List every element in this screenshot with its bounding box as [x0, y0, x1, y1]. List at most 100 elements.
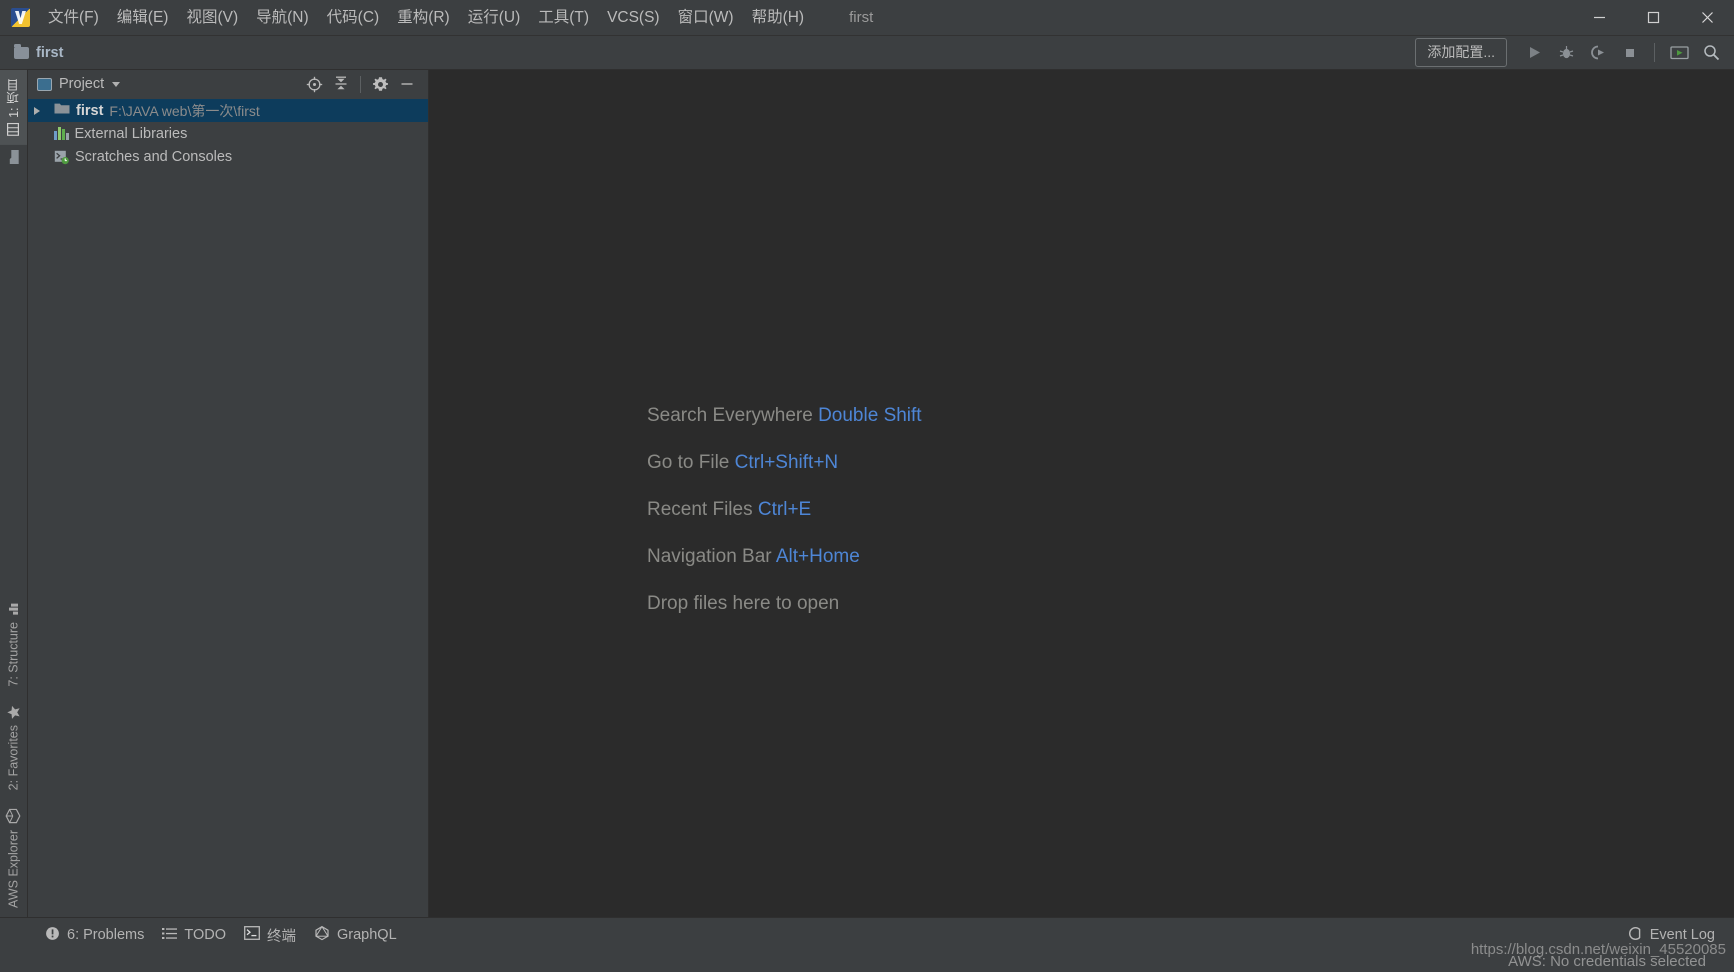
project-tree: first F:\JAVA web\第一次\first External Lib… — [28, 98, 428, 168]
project-panel-header: Project — [28, 70, 428, 98]
breadcrumb[interactable]: first — [14, 43, 64, 61]
main-body: 1: 项目 7: Structure 2: Favorites AWS Expl… — [0, 70, 1734, 917]
main-menu: 文件(F) 编辑(E) 视图(V) 导航(N) 代码(C) 重构(R) 运行(U… — [39, 6, 813, 30]
run-with-coverage-button[interactable] — [1583, 40, 1613, 66]
menu-edit[interactable]: 编辑(E) — [108, 6, 178, 30]
project-tool-window: Project first F:\JAVA web\第一次\first Exte… — [28, 70, 429, 917]
status-terminal-label: 终端 — [267, 928, 296, 945]
sidebar-item-structure-label: 7: Structure — [6, 622, 21, 687]
project-panel-actions — [301, 72, 420, 96]
close-button[interactable] — [1680, 0, 1734, 35]
locate-target-icon[interactable] — [301, 72, 327, 96]
tree-node-first[interactable]: first F:\JAVA web\第一次\first — [28, 99, 428, 122]
graphql-icon — [314, 925, 330, 945]
tree-node-label: External Libraries — [74, 125, 188, 142]
hint-shortcut: Ctrl+E — [757, 499, 812, 520]
status-bar: 6: Problems TODO 终端 GraphQL Event Log — [0, 917, 1734, 952]
hint-shortcut: Ctrl+Shift+N — [734, 452, 839, 473]
editor-hint-list: Search Everywhere Double Shift Go to Fil… — [647, 405, 922, 615]
title-bar: 文件(F) 编辑(E) 视图(V) 导航(N) 代码(C) 重构(R) 运行(U… — [0, 0, 1734, 36]
gear-icon[interactable] — [367, 72, 393, 96]
hint-label: Recent Files — [647, 499, 753, 520]
folder-icon — [14, 43, 29, 59]
tree-node-label: first — [76, 102, 104, 119]
sidebar-item-structure[interactable]: 7: Structure — [0, 595, 27, 696]
sidebar-folder-icon-slot[interactable] — [0, 145, 27, 169]
sidebar-item-aws-explorer[interactable]: AWS Explorer — [0, 799, 27, 917]
status-todo-label: TODO — [184, 927, 226, 943]
menu-vcs[interactable]: VCS(S) — [598, 6, 669, 30]
menu-file[interactable]: 文件(F) — [39, 6, 108, 30]
hint-drop-files: Drop files here to open — [647, 593, 922, 615]
hide-panel-button[interactable] — [394, 72, 420, 96]
chevron-right-icon[interactable] — [34, 106, 40, 115]
breadcrumb-label: first — [36, 44, 64, 61]
hint-label: Go to File — [647, 452, 730, 473]
problems-icon — [45, 926, 60, 945]
status-bar-right: Event Log — [1619, 923, 1724, 948]
star-icon — [7, 704, 21, 719]
run-button[interactable] — [1519, 40, 1549, 66]
menu-run[interactable]: 运行(U) — [459, 6, 530, 30]
window-controls — [1572, 0, 1734, 35]
status-todo[interactable]: TODO — [153, 924, 235, 947]
project-icon — [7, 123, 20, 137]
project-view-icon — [37, 77, 52, 91]
status-event-log-label: Event Log — [1649, 927, 1715, 943]
menu-navigate[interactable]: 导航(N) — [247, 6, 318, 30]
maximize-button[interactable] — [1626, 0, 1680, 35]
status-terminal[interactable]: 终端 — [235, 922, 305, 949]
project-panel-title[interactable]: Project — [59, 76, 104, 92]
run-window-icon[interactable] — [1664, 40, 1694, 66]
menu-window[interactable]: 窗口(W) — [669, 6, 743, 30]
panel-action-separator — [360, 75, 361, 93]
tree-node-label: Scratches and Consoles — [75, 148, 233, 165]
status-event-log[interactable]: Event Log — [1619, 923, 1724, 948]
hint-label: Navigation Bar — [647, 546, 772, 567]
hint-shortcut: Double Shift — [818, 405, 922, 426]
window-title: first — [849, 9, 874, 26]
status-problems[interactable]: 6: Problems — [36, 923, 153, 948]
menu-help[interactable]: 帮助(H) — [743, 6, 814, 30]
menu-refactor[interactable]: 重构(R) — [388, 6, 459, 30]
search-icon[interactable] — [1696, 40, 1726, 66]
tree-node-scratches-and-consoles[interactable]: Scratches and Consoles — [28, 145, 428, 168]
libraries-icon — [54, 127, 69, 140]
collapse-all-icon[interactable] — [328, 72, 354, 96]
folder-icon — [54, 102, 70, 119]
menu-code[interactable]: 代码(C) — [318, 6, 389, 30]
hint-label: Search Everywhere — [647, 405, 813, 426]
scratches-icon — [54, 150, 69, 164]
tree-node-external-libraries[interactable]: External Libraries — [28, 122, 428, 145]
hint-go-to-file: Go to File Ctrl+Shift+N — [647, 452, 922, 474]
aws-credentials-status[interactable]: AWS: No credentials selected — [1508, 953, 1706, 970]
run-toolbar: 添加配置... — [1415, 38, 1726, 67]
sidebar-item-favorites[interactable]: 2: Favorites — [0, 696, 27, 799]
menu-tools[interactable]: 工具(T) — [529, 6, 598, 30]
left-tool-stripe: 1: 项目 7: Structure 2: Favorites AWS Expl… — [0, 70, 28, 917]
sidebar-item-aws-explorer-label: AWS Explorer — [6, 829, 21, 908]
status-graphql-label: GraphQL — [337, 927, 397, 943]
sidebar-item-project-label: 1: 项目 — [7, 79, 21, 118]
event-log-icon — [1628, 926, 1643, 945]
status-graphql[interactable]: GraphQL — [305, 922, 406, 948]
hint-recent-files: Recent Files Ctrl+E — [647, 499, 922, 521]
status-problems-label: 6: Problems — [67, 927, 145, 943]
sidebar-item-project[interactable]: 1: 项目 — [0, 70, 27, 145]
sidebar-item-favorites-label: 2: Favorites — [6, 724, 21, 790]
hint-search-everywhere: Search Everywhere Double Shift — [647, 405, 922, 427]
hint-shortcut: Alt+Home — [775, 546, 860, 567]
editor-empty-area[interactable]: Search Everywhere Double Shift Go to Fil… — [429, 70, 1734, 917]
chevron-down-icon[interactable] — [112, 81, 121, 87]
minimize-button[interactable] — [1572, 0, 1626, 35]
ide-window: 文件(F) 编辑(E) 视图(V) 导航(N) 代码(C) 重构(R) 运行(U… — [0, 0, 1734, 972]
stop-button[interactable] — [1615, 40, 1645, 66]
debug-button[interactable] — [1551, 40, 1581, 66]
aws-cube-icon — [6, 808, 22, 824]
structure-icon — [8, 603, 20, 617]
webstorm-logo-icon — [11, 8, 30, 27]
add-configuration-button[interactable]: 添加配置... — [1415, 38, 1507, 67]
todo-list-icon — [162, 927, 178, 944]
navigation-bar: first 添加配置... — [0, 36, 1734, 70]
menu-view[interactable]: 视图(V) — [177, 6, 247, 30]
